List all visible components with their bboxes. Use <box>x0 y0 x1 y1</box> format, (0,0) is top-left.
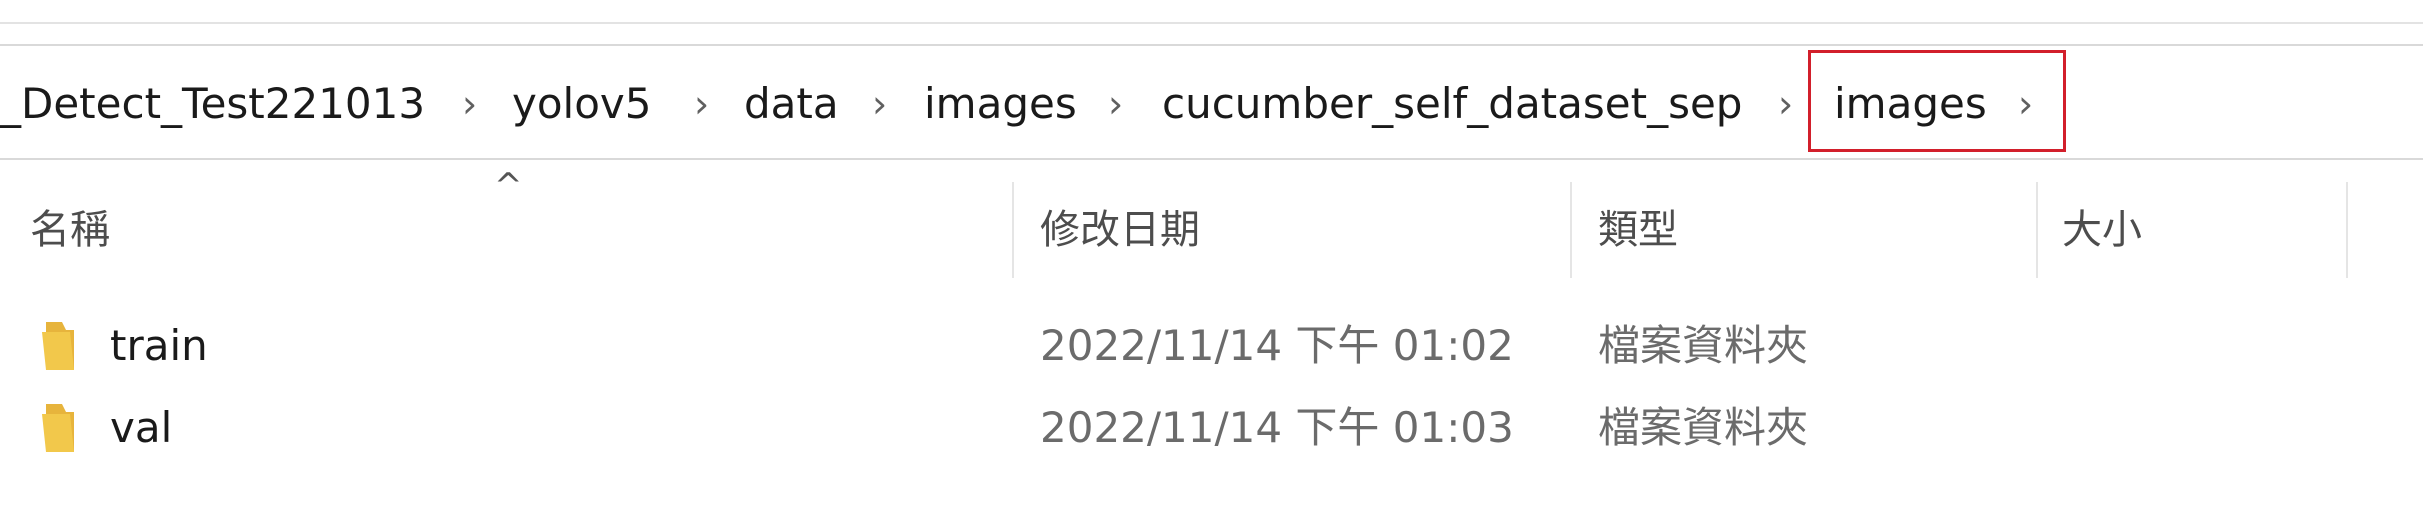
file-modified: 2022/11/14 下午 01:03 <box>1040 403 1514 452</box>
column-divider[interactable] <box>2036 182 2038 278</box>
column-divider[interactable] <box>2346 182 2348 278</box>
list-item[interactable]: train 2022/11/14 下午 01:02 檔案資料夾 <box>0 306 2423 386</box>
column-name[interactable]: 名稱 <box>30 200 110 260</box>
column-header: ^ 名稱 修改日期 類型 大小 <box>0 160 2423 280</box>
file-name[interactable]: val <box>110 398 172 458</box>
column-type[interactable]: 類型 <box>1598 200 1678 260</box>
chevron-right-icon[interactable]: › <box>694 74 709 134</box>
breadcrumb-item[interactable]: cucumber_self_dataset_sep <box>1162 74 1742 134</box>
breadcrumb-item[interactable]: yolov5 <box>512 74 652 134</box>
column-modified[interactable]: 修改日期 <box>1040 200 1200 260</box>
breadcrumb-item[interactable]: _Detect_Test221013 <box>0 74 425 134</box>
file-modified: 2022/11/14 下午 01:02 <box>1040 321 1514 370</box>
breadcrumb-item[interactable]: data <box>744 74 839 134</box>
window-top-strip <box>0 0 2423 24</box>
breadcrumb-item[interactable]: images <box>924 74 1077 134</box>
folder-icon <box>42 404 74 452</box>
highlight-box <box>1808 50 2066 152</box>
address-bar[interactable]: _Detect_Test221013 › yolov5 › data › ima… <box>0 44 2423 160</box>
chevron-right-icon[interactable]: › <box>462 74 477 134</box>
folder-icon <box>42 322 74 370</box>
sort-ascending-icon[interactable]: ^ <box>494 166 523 206</box>
toolbar-gap <box>0 24 2423 44</box>
file-type: 檔案資料夾 <box>1598 321 1809 370</box>
column-divider[interactable] <box>1012 182 1014 278</box>
file-type: 檔案資料夾 <box>1598 403 1809 452</box>
file-name[interactable]: train <box>110 316 208 376</box>
chevron-right-icon[interactable]: › <box>1778 74 1793 134</box>
column-size[interactable]: 大小 <box>2062 200 2142 260</box>
column-divider[interactable] <box>1570 182 1572 278</box>
chevron-right-icon[interactable]: › <box>1108 74 1123 134</box>
list-item[interactable]: val 2022/11/14 下午 01:03 檔案資料夾 <box>0 388 2423 468</box>
chevron-right-icon[interactable]: › <box>872 74 887 134</box>
